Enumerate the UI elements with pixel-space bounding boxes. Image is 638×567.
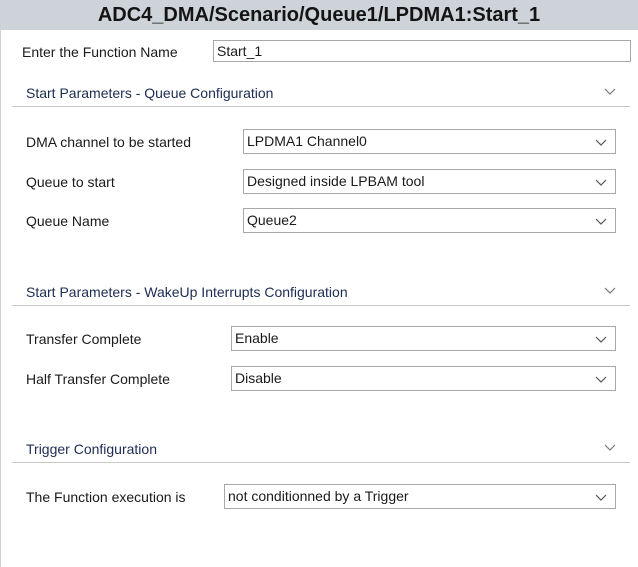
function-execution-label: The Function execution is [26,489,186,505]
dma-channel-value: LPDMA1 Channel0 [247,133,367,149]
section-header-trigger-configuration[interactable]: Trigger Configuration [12,436,630,463]
queue-name-value: Queue2 [247,212,297,228]
dma-channel-select[interactable]: LPDMA1 Channel0 [243,129,616,154]
queue-name-select[interactable]: Queue2 [243,208,616,233]
half-transfer-complete-select[interactable]: Disable [231,366,616,391]
chevron-down-icon[interactable] [604,442,616,452]
half-transfer-complete-label: Half Transfer Complete [26,371,170,387]
queue-to-start-value: Designed inside LPBAM tool [247,173,425,189]
section-header-wakeup-interrupts[interactable]: Start Parameters - WakeUp Interrupts Con… [12,279,630,306]
transfer-complete-select[interactable]: Enable [231,326,616,351]
window-title: ADC4_DMA/Scenario/Queue1/LPDMA1:Start_1 [0,0,638,30]
section-title-trigger-configuration: Trigger Configuration [26,441,157,457]
chevron-down-icon [595,179,607,186]
queue-to-start-select[interactable]: Designed inside LPBAM tool [243,169,616,194]
queue-to-start-label: Queue to start [26,174,115,190]
panel-left-border [0,30,1,567]
section-title-queue-configuration: Start Parameters - Queue Configuration [26,85,274,101]
section-title-wakeup-interrupts: Start Parameters - WakeUp Interrupts Con… [26,284,348,300]
function-execution-value: not conditionned by a Trigger [228,488,409,504]
function-name-input[interactable] [213,40,631,62]
chevron-down-icon [595,139,607,146]
chevron-down-icon [595,336,607,343]
half-transfer-complete-value: Disable [235,370,282,386]
dma-channel-label: DMA channel to be started [26,134,191,150]
transfer-complete-value: Enable [235,330,279,346]
chevron-down-icon[interactable] [604,285,616,295]
function-execution-select[interactable]: not conditionned by a Trigger [224,484,616,509]
section-header-queue-configuration[interactable]: Start Parameters - Queue Configuration [12,80,630,107]
queue-name-label: Queue Name [26,213,110,229]
chevron-down-icon [595,494,607,501]
function-name-label: Enter the Function Name [22,44,178,60]
chevron-down-icon [595,218,607,225]
chevron-down-icon[interactable] [604,86,616,96]
chevron-down-icon [595,376,607,383]
transfer-complete-label: Transfer Complete [26,331,142,347]
